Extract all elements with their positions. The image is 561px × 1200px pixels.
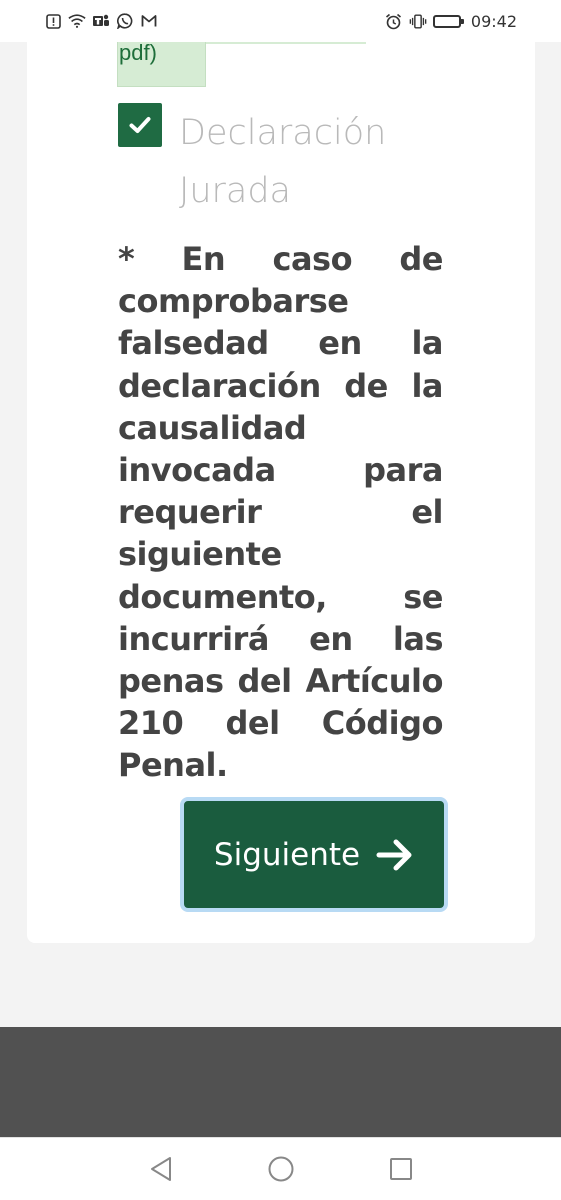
battery-icon — [432, 14, 464, 28]
arrow-right-icon — [376, 839, 412, 870]
teams-icon — [92, 12, 110, 30]
form-card: pdf) Declaración Jurada * En caso de com… — [27, 42, 535, 943]
vibrate-icon — [409, 12, 427, 30]
alert-icon — [44, 12, 62, 30]
wifi-icon — [68, 12, 86, 30]
status-right-icons: 09:42 — [385, 12, 517, 31]
file-upload-label: pdf) — [119, 40, 157, 65]
legal-disclaimer: * En caso de comprobarse falsedad en la … — [118, 240, 444, 785]
next-button-label: Siguiente — [213, 836, 361, 873]
status-left-icons — [44, 12, 158, 30]
recents-icon[interactable] — [386, 1154, 416, 1184]
declaration-checkbox[interactable] — [118, 103, 162, 147]
file-upload-box-edge — [206, 42, 366, 44]
next-button[interactable]: Siguiente — [180, 797, 448, 912]
alarm-icon — [385, 12, 403, 30]
status-time: 09:42 — [470, 11, 517, 31]
site-footer — [0, 1027, 561, 1137]
back-icon[interactable] — [146, 1154, 176, 1184]
status-bar: 09:42 — [0, 0, 561, 42]
navigation-bar — [0, 1137, 561, 1200]
home-icon[interactable] — [266, 1154, 296, 1184]
gmail-icon — [140, 12, 158, 30]
check-icon — [129, 117, 151, 133]
whatsapp-icon — [116, 12, 134, 30]
declaration-label[interactable]: Declaración Jurada — [179, 104, 419, 220]
